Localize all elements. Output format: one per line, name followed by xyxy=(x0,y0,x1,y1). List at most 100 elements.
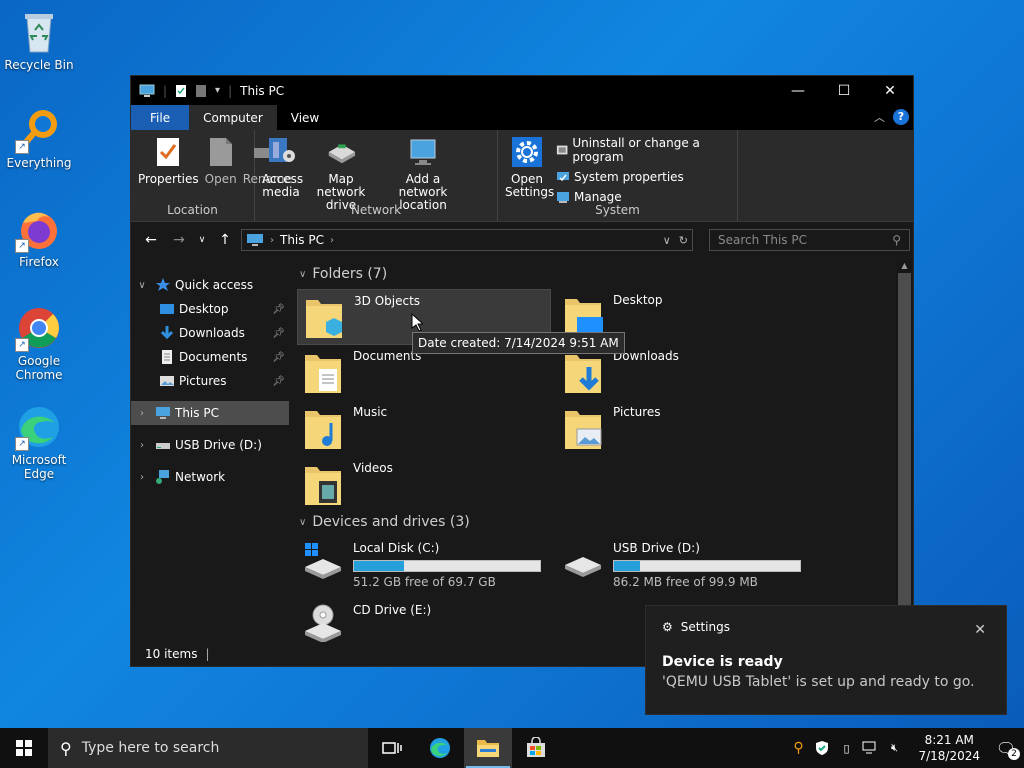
section-header-folders[interactable]: ∨ Folders (7) xyxy=(299,259,913,289)
desktop-icon-edge[interactable]: ↗ Microsoft Edge xyxy=(2,403,76,481)
properties-quick-icon[interactable] xyxy=(175,84,187,98)
clock-time: 8:21 AM xyxy=(924,733,974,747)
taskbar-search-box[interactable]: ⚲ Type here to search xyxy=(48,728,368,768)
volume-muted-icon[interactable]: 🔇︎ xyxy=(886,740,902,756)
search-box[interactable]: Search This PC ⚲ xyxy=(709,229,910,251)
nav-usb-drive[interactable]: › USB Drive (D:) xyxy=(131,433,289,457)
desktop-icon-everything[interactable]: ↗ Everything xyxy=(2,106,76,170)
desktop-icon-label: Firefox xyxy=(19,255,59,269)
task-view-icon xyxy=(382,742,402,754)
scrollbar-thumb[interactable] xyxy=(898,273,911,609)
tab-view[interactable]: View xyxy=(277,105,333,130)
nav-documents[interactable]: Documents 📌︎ xyxy=(131,345,289,369)
explorer-window: | ▾ | This PC — ☐ ✕ File Computer View ︿… xyxy=(130,75,914,667)
start-button[interactable] xyxy=(0,728,48,768)
folder-videos[interactable]: Videos xyxy=(297,457,551,513)
drive-c[interactable]: Local Disk (C:) 51.2 GB free of 69.7 GB xyxy=(297,537,551,599)
drive-usage-bar xyxy=(613,560,801,572)
nav-pictures[interactable]: Pictures 📌︎ xyxy=(131,369,289,393)
drive-d[interactable]: USB Drive (D:) 86.2 MB free of 99.9 MB xyxy=(557,537,811,599)
nav-this-pc[interactable]: › This PC xyxy=(131,401,289,425)
quick-access-toolbar: | ▾ | xyxy=(139,76,232,105)
notification-center-icon[interactable]: 🗨︎ 2 xyxy=(996,739,1020,760)
search-icon: ⚲ xyxy=(892,233,901,247)
back-button[interactable]: ← xyxy=(139,228,163,252)
separator: | xyxy=(163,83,168,98)
desktop-icon-recycle-bin[interactable]: Recycle Bin xyxy=(2,8,76,72)
navigation-bar: ← → ∨ ↑ › This PC › ∨ ↻ Search This PC ⚲ xyxy=(131,222,913,258)
taskbar-file-explorer[interactable] xyxy=(464,728,512,768)
ribbon: Properties Open Rename Location Access m… xyxy=(131,130,913,222)
maximize-button[interactable]: ☐ xyxy=(821,76,867,105)
everything-tray-icon[interactable]: ⚲ xyxy=(790,740,806,756)
refresh-icon[interactable]: ↻ xyxy=(679,234,688,247)
firefox-icon: ↗ xyxy=(15,205,63,253)
uninstall-program-button[interactable]: Uninstall or change a program xyxy=(556,136,733,164)
expand-chevron-icon[interactable]: › xyxy=(135,472,149,483)
programs-icon xyxy=(556,145,568,155)
edge-icon: ↗ xyxy=(15,403,63,451)
address-dropdown-icon[interactable]: ∨ xyxy=(663,234,671,247)
toast-title: Device is ready xyxy=(662,654,783,670)
notification-toast[interactable]: ⚙ Settings ✕ Device is ready 'QEMU USB T… xyxy=(645,605,1007,715)
star-icon xyxy=(156,278,170,291)
nav-quick-access[interactable]: ∨ Quick access xyxy=(131,273,289,297)
expand-chevron-icon[interactable]: ∨ xyxy=(135,280,149,291)
tooltip: Date created: 7/14/2024 9:51 AM xyxy=(412,332,625,354)
tab-computer[interactable]: Computer xyxy=(189,105,277,130)
network-status-icon[interactable] xyxy=(862,740,878,756)
breadcrumb-this-pc[interactable]: This PC xyxy=(280,233,324,247)
desktop-icon-chrome[interactable]: ↗ Google Chrome xyxy=(2,304,76,382)
expand-chevron-icon[interactable]: › xyxy=(135,440,149,451)
recent-locations-icon[interactable]: ∨ xyxy=(195,228,209,252)
breadcrumb-separator-icon[interactable]: › xyxy=(330,235,334,246)
new-folder-quick-icon[interactable] xyxy=(195,84,207,98)
title-bar[interactable]: | ▾ | This PC — ☐ ✕ xyxy=(131,76,913,105)
system-properties-button[interactable]: System properties xyxy=(556,170,733,184)
folder-name: Desktop xyxy=(613,293,663,307)
clock-date: 7/18/2024 xyxy=(918,749,980,763)
customize-quick-access-icon[interactable]: ▾ xyxy=(215,85,220,96)
pin-icon: 📌︎ xyxy=(272,303,285,315)
nav-network[interactable]: › Network xyxy=(131,465,289,489)
folders-grid: 3D Objects Desktop Documents Downloads M… xyxy=(297,289,913,513)
expand-chevron-icon[interactable]: › xyxy=(135,408,149,419)
forward-button[interactable]: → xyxy=(167,228,191,252)
breadcrumb-separator-icon[interactable]: › xyxy=(270,235,274,246)
drive-free-space: 51.2 GB free of 69.7 GB xyxy=(353,575,496,589)
taskbar-store[interactable] xyxy=(512,728,560,768)
drive-free-space: 86.2 MB free of 99.9 MB xyxy=(613,575,758,589)
chrome-icon: ↗ xyxy=(15,304,63,352)
section-title: Devices and drives (3) xyxy=(312,514,470,530)
task-view-button[interactable] xyxy=(368,728,416,768)
nav-label: Desktop xyxy=(179,302,229,316)
close-button[interactable]: ✕ xyxy=(867,76,913,105)
taskbar: ⚲ Type here to search ⚲ ▯ 🔇︎ 8:21 AM 7/1… xyxy=(0,728,1024,768)
vertical-scrollbar[interactable]: ▲ xyxy=(896,259,913,643)
security-shield-icon[interactable] xyxy=(814,740,830,756)
help-icon[interactable]: ? xyxy=(893,109,909,125)
taskbar-edge[interactable] xyxy=(416,728,464,768)
address-bar[interactable]: › This PC › ∨ ↻ xyxy=(241,229,693,251)
nav-desktop[interactable]: Desktop 📌︎ xyxy=(131,297,289,321)
nav-downloads[interactable]: Downloads 📌︎ xyxy=(131,321,289,345)
collapse-chevron-icon[interactable]: ∨ xyxy=(299,517,306,528)
drive-usage-fill xyxy=(614,561,641,571)
manage-button[interactable]: Manage xyxy=(556,190,733,204)
scroll-up-icon[interactable]: ▲ xyxy=(896,259,913,273)
uninstall-label: Uninstall or change a program xyxy=(572,136,700,164)
store-icon xyxy=(527,737,545,757)
minimize-button[interactable]: — xyxy=(775,76,821,105)
cd-drive-icon xyxy=(305,604,341,643)
taskbar-clock[interactable]: 8:21 AM 7/18/2024 xyxy=(918,732,980,764)
usb-device-icon[interactable]: ▯ xyxy=(838,740,854,756)
toast-close-button[interactable]: ✕ xyxy=(974,622,986,638)
collapse-chevron-icon[interactable]: ∨ xyxy=(299,269,306,280)
usb-drive-icon xyxy=(156,443,170,449)
folder-pictures[interactable]: Pictures xyxy=(557,401,811,457)
tab-file[interactable]: File xyxy=(131,105,190,130)
up-button[interactable]: ↑ xyxy=(213,228,237,252)
folder-music[interactable]: Music xyxy=(297,401,551,457)
collapse-ribbon-icon[interactable]: ︿ xyxy=(874,109,885,125)
desktop-icon-firefox[interactable]: ↗ Firefox xyxy=(2,205,76,269)
